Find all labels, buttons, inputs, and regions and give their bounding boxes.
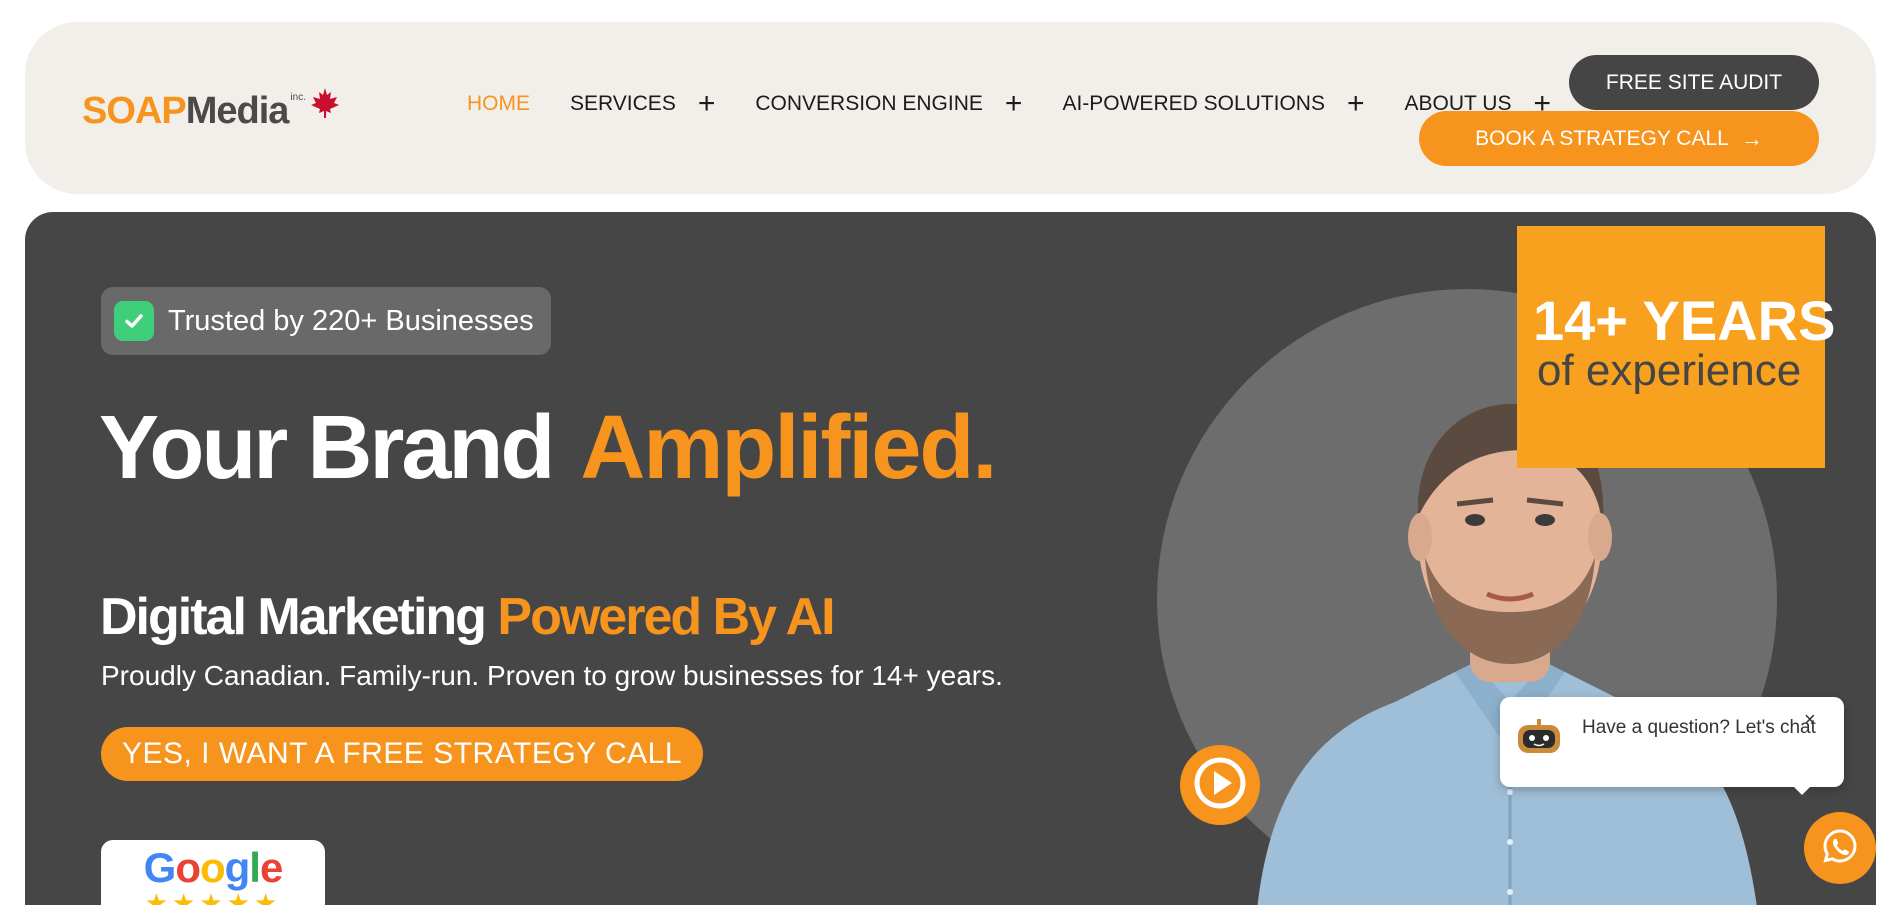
years-subtext: of experience	[1537, 346, 1802, 395]
page: SOAP Media inc. HOME SERVICES + CONVERSI…	[0, 0, 1900, 905]
nav-item-home[interactable]: HOME	[467, 92, 530, 116]
google-reviews-card[interactable]: Google ★★★★★	[101, 840, 325, 905]
google-letter: g	[224, 844, 251, 891]
logo-media-text: Media	[185, 90, 290, 132]
hero-headline: Your Brand Amplified.	[99, 397, 997, 500]
free-strategy-call-button[interactable]: YES, I WANT A FREE STRATEGY CALL	[101, 727, 703, 781]
hero-section: Trusted by 220+ Businesses Your Brand Am…	[25, 212, 1876, 905]
check-icon	[114, 301, 154, 341]
plus-icon[interactable]: +	[698, 89, 716, 119]
nav-item-ai-powered-solutions[interactable]: AI-POWERED SOLUTIONS +	[1062, 89, 1364, 119]
nav-item-services[interactable]: SERVICES +	[570, 89, 715, 119]
site-header: SOAP Media inc. HOME SERVICES + CONVERSI…	[25, 22, 1876, 194]
whatsapp-chat-button[interactable]	[1804, 812, 1876, 884]
nav-label: CONVERSION ENGINE	[755, 92, 983, 115]
maple-leaf-icon	[308, 86, 342, 125]
headline-white: Your Brand	[99, 398, 555, 498]
nav-label: SERVICES	[570, 92, 676, 115]
cta-button-label: YES, I WANT A FREE STRATEGY CALL	[121, 737, 683, 770]
play-icon	[1192, 755, 1248, 816]
audit-button-label: FREE SITE AUDIT	[1605, 70, 1783, 94]
star-rating: ★★★★★	[144, 888, 282, 905]
years-headline: 14+ YEARS	[1533, 289, 1836, 352]
play-video-button[interactable]	[1180, 745, 1260, 825]
arrow-right-icon: →	[1740, 125, 1763, 151]
logo[interactable]: SOAP Media inc.	[82, 86, 342, 133]
subhead-white: Digital Marketing	[100, 588, 487, 646]
logo-soap-text: SOAP	[82, 90, 187, 132]
free-site-audit-button[interactable]: FREE SITE AUDIT	[1569, 55, 1819, 110]
chat-bot-avatar-icon	[1514, 717, 1564, 762]
google-letter: e	[259, 844, 283, 891]
call-button-label: BOOK A STRATEGY CALL	[1475, 126, 1729, 150]
hero-tagline: Proudly Canadian. Family-run. Proven to …	[101, 660, 1003, 691]
plus-icon[interactable]: +	[1347, 89, 1365, 119]
hero-subheadline: Digital Marketing Powered By AI	[100, 587, 836, 647]
nav-label: HOME	[467, 92, 530, 115]
subhead-accent: Powered By AI	[497, 588, 835, 646]
plus-icon[interactable]: +	[1005, 89, 1023, 119]
trust-badge: Trusted by 220+ Businesses	[101, 287, 551, 355]
close-icon[interactable]: ×	[1804, 709, 1816, 732]
google-logo: Google	[143, 844, 284, 892]
main-nav: HOME SERVICES + CONVERSION ENGINE + AI-P…	[467, 78, 1591, 130]
google-letter: l	[249, 844, 261, 891]
chat-message: Have a question? Let's chat	[1582, 717, 1816, 738]
logo-inc-text: inc.	[290, 92, 306, 103]
book-strategy-call-button[interactable]: BOOK A STRATEGY CALL →	[1419, 111, 1819, 166]
chat-prompt-bubble[interactable]: Have a question? Let's chat ×	[1500, 697, 1844, 795]
nav-item-conversion-engine[interactable]: CONVERSION ENGINE +	[755, 89, 1022, 119]
nav-label: AI-POWERED SOLUTIONS	[1062, 92, 1325, 115]
google-letter: o	[175, 844, 201, 891]
google-letter: o	[199, 844, 226, 891]
google-letter: G	[143, 844, 177, 891]
whatsapp-icon	[1820, 826, 1860, 871]
experience-box: 14+ YEARS of experience	[1517, 226, 1835, 468]
headline-accent: Amplified.	[580, 398, 997, 498]
trust-badge-text: Trusted by 220+ Businesses	[168, 304, 534, 337]
